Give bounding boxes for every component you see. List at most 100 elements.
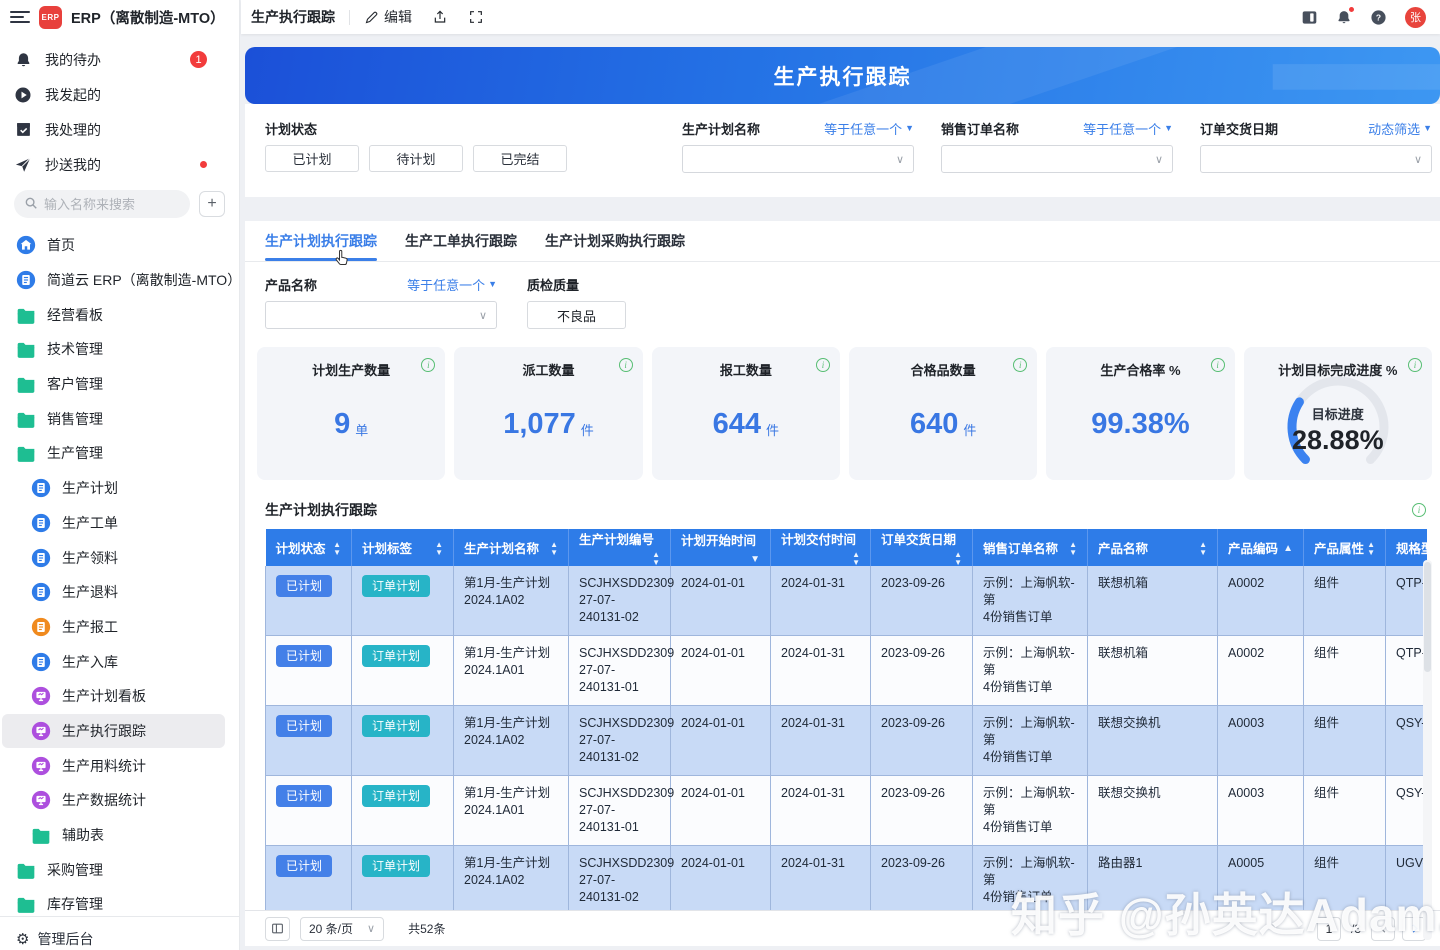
folder-icon [16,862,36,878]
fullscreen-button[interactable] [468,9,484,25]
sidebar-item[interactable]: 生产计划看板 [2,679,225,714]
add-button[interactable]: + [199,191,225,217]
sidebar-item[interactable]: 生产领料 [2,540,225,575]
filter-operator-link[interactable]: 等于任意一个▼ [824,119,914,138]
product-name-select[interactable]: ∨ [265,301,497,329]
sidebar-item[interactable]: 采购管理 [2,852,225,887]
cell-spec: QSY-12 [1386,706,1428,776]
stat-card: 计划生产数量 i 9 单 [257,347,445,480]
sidebar-item[interactable]: 抄送我的 [0,147,239,182]
status-filter-button[interactable]: 已完结 [473,145,567,172]
sidebar-item-label: 抄送我的 [45,155,101,175]
status-tag: 已计划 [276,575,332,597]
table-row[interactable]: 已计划订单计划第1月-生产计划2024.1A02SCJHXSDD230927-0… [266,566,1428,636]
stat-value: 99.38% [1091,408,1189,441]
sidebar-item[interactable]: 库存管理 [2,887,225,916]
sidebar-item[interactable]: 生产退料 [2,575,225,610]
sidebar-item[interactable]: 客户管理 [2,367,225,402]
current-page-box[interactable]: 1 [1317,917,1341,941]
sidebar-item-active[interactable]: 生产执行跟踪 [2,714,225,749]
table-row[interactable]: 已计划订单计划第1月-生产计划2024.1A01SCJHXSDD230927-0… [266,636,1428,706]
sidebar-item[interactable]: 辅助表 [2,818,225,853]
product-op-link[interactable]: 等于任意一个▼ [407,275,497,294]
sidebar-item[interactable]: 生产数据统计 [2,783,225,818]
filter-operator-link[interactable]: 动态筛选▼ [1368,119,1432,138]
prev-page-button[interactable] [1371,917,1395,941]
export-button[interactable] [432,9,448,25]
edit-button[interactable]: 编辑 [364,7,412,27]
search-box[interactable] [14,190,190,218]
tab-2[interactable]: 生产工单执行跟踪 [405,221,517,261]
tab-1[interactable]: 生产计划执行跟踪 [265,221,377,261]
tab-3[interactable]: 生产计划采购执行跟踪 [545,221,685,261]
sidebar-item[interactable]: 销售管理 [2,401,225,436]
cell-plan-name: 第1月-生产计划2024.1A01 [454,636,569,706]
table-column-header[interactable]: 订单交货日期▲▼ [871,529,973,566]
stat-title: 合格品数量 [849,360,1037,379]
table-column-header[interactable]: 计划标签▲▼ [352,529,454,566]
fullscreen-icon [468,9,484,25]
stat-card: 报工数量 i 644 件 [652,347,840,480]
notifications-bell-icon[interactable] [1336,9,1352,26]
cell-plan-name: 第1月-生产计划2024.1A02 [454,706,569,776]
info-icon[interactable]: i [816,358,830,372]
sidebar-item[interactable]: 简道云 ERP（离散制造-MTO）... [2,263,225,298]
sidebar-item[interactable]: 生产报工 [2,610,225,645]
table-info-icon[interactable]: i [1412,503,1426,517]
table-column-header[interactable]: 规格型号▲▼ [1386,529,1428,566]
info-icon[interactable]: i [1211,358,1225,372]
sidebar-item[interactable]: 生产计划 [2,471,225,506]
panel-toggle-icon[interactable] [1301,10,1318,25]
cell-order-name: 示例：上海帆软-第4份销售订单 [973,846,1088,911]
table-row[interactable]: 已计划订单计划第1月-生产计划2024.1A02SCJHXSDD230927-0… [266,706,1428,776]
page-size-select[interactable]: 20 条/页∨ [300,917,384,941]
sidebar-item[interactable]: 经营看板 [2,297,225,332]
table-column-header[interactable]: 销售订单名称▲▼ [973,529,1088,566]
filter-select-group: 订单交货日期 动态筛选▼ ∨ [1200,119,1432,173]
sidebar-item[interactable]: 技术管理 [2,332,225,367]
sidebar-item-label: 生产领料 [62,548,118,568]
table-column-header[interactable]: 生产计划编号▲▼ [569,529,671,566]
table-column-header[interactable]: 计划状态▲▼ [266,529,352,566]
table-scrollbar[interactable] [1423,560,1432,940]
sidebar-item-admin[interactable]: ⚙ 管理后台 [0,916,239,950]
table-column-header[interactable]: 生产计划名称▲▼ [454,529,569,566]
filter-select[interactable]: ∨ [941,145,1173,173]
filter-select[interactable]: ∨ [1200,145,1432,173]
status-filter-button[interactable]: 已计划 [265,145,359,172]
filter-operator-link[interactable]: 等于任意一个▼ [1083,119,1173,138]
defective-filter-button[interactable]: 不良品 [527,301,626,329]
table-column-header[interactable]: 计划开始时间▼ [671,529,771,566]
cell-product-code: A0003 [1218,706,1304,776]
column-settings-button[interactable] [265,917,290,941]
table-column-header[interactable]: 产品属性▲▼ [1304,529,1386,566]
sidebar-item[interactable]: 生产用料统计 [2,748,225,783]
status-filter-button[interactable]: 待计划 [369,145,463,172]
filter-select[interactable]: ∨ [682,145,914,173]
table-column-header[interactable]: 产品编码▲ [1218,529,1304,566]
table-row[interactable]: 已计划订单计划第1月-生产计划2024.1A02SCJHXSDD230927-0… [266,846,1428,911]
menu-toggle-icon[interactable] [10,7,30,27]
filter-product-name: 产品名称 等于任意一个▼ ∨ [265,275,497,329]
help-icon[interactable]: ? [1370,9,1387,26]
user-avatar[interactable]: 张 [1405,7,1426,28]
sidebar-item[interactable]: 我的待办 1 [0,42,239,77]
cell-spec: QTP-10 [1386,566,1428,636]
table-row[interactable]: 已计划订单计划第1月-生产计划2024.1A01SCJHXSDD230927-0… [266,776,1428,846]
sidebar-item[interactable]: 我发起的 [0,77,239,112]
sidebar-item[interactable]: 我处理的 [0,112,239,147]
table-column-header[interactable]: 产品名称▲▼ [1088,529,1218,566]
sidebar-item[interactable]: 生产工单 [2,506,225,541]
tracking-panel: 生产计划执行跟踪 生产工单执行跟踪生产计划采购执行跟踪 产品名称 等于任意一个▼… [245,221,1440,946]
search-input[interactable] [44,197,180,212]
table-column-header[interactable]: 计划交付时间▲▼ [771,529,871,566]
sidebar-item-label: 我发起的 [45,85,101,105]
plan-tag: 订单计划 [362,785,430,807]
sidebar-item[interactable]: 生产入库 [2,644,225,679]
info-icon[interactable]: i [1408,358,1422,372]
sidebar-item[interactable]: 生产管理 [2,436,225,471]
sort-icon: ▲▼ [550,540,558,556]
sidebar-item[interactable]: 首页 [2,228,225,263]
info-icon[interactable]: i [619,358,633,372]
cell-start-date: 2024-01-01 [671,776,771,846]
